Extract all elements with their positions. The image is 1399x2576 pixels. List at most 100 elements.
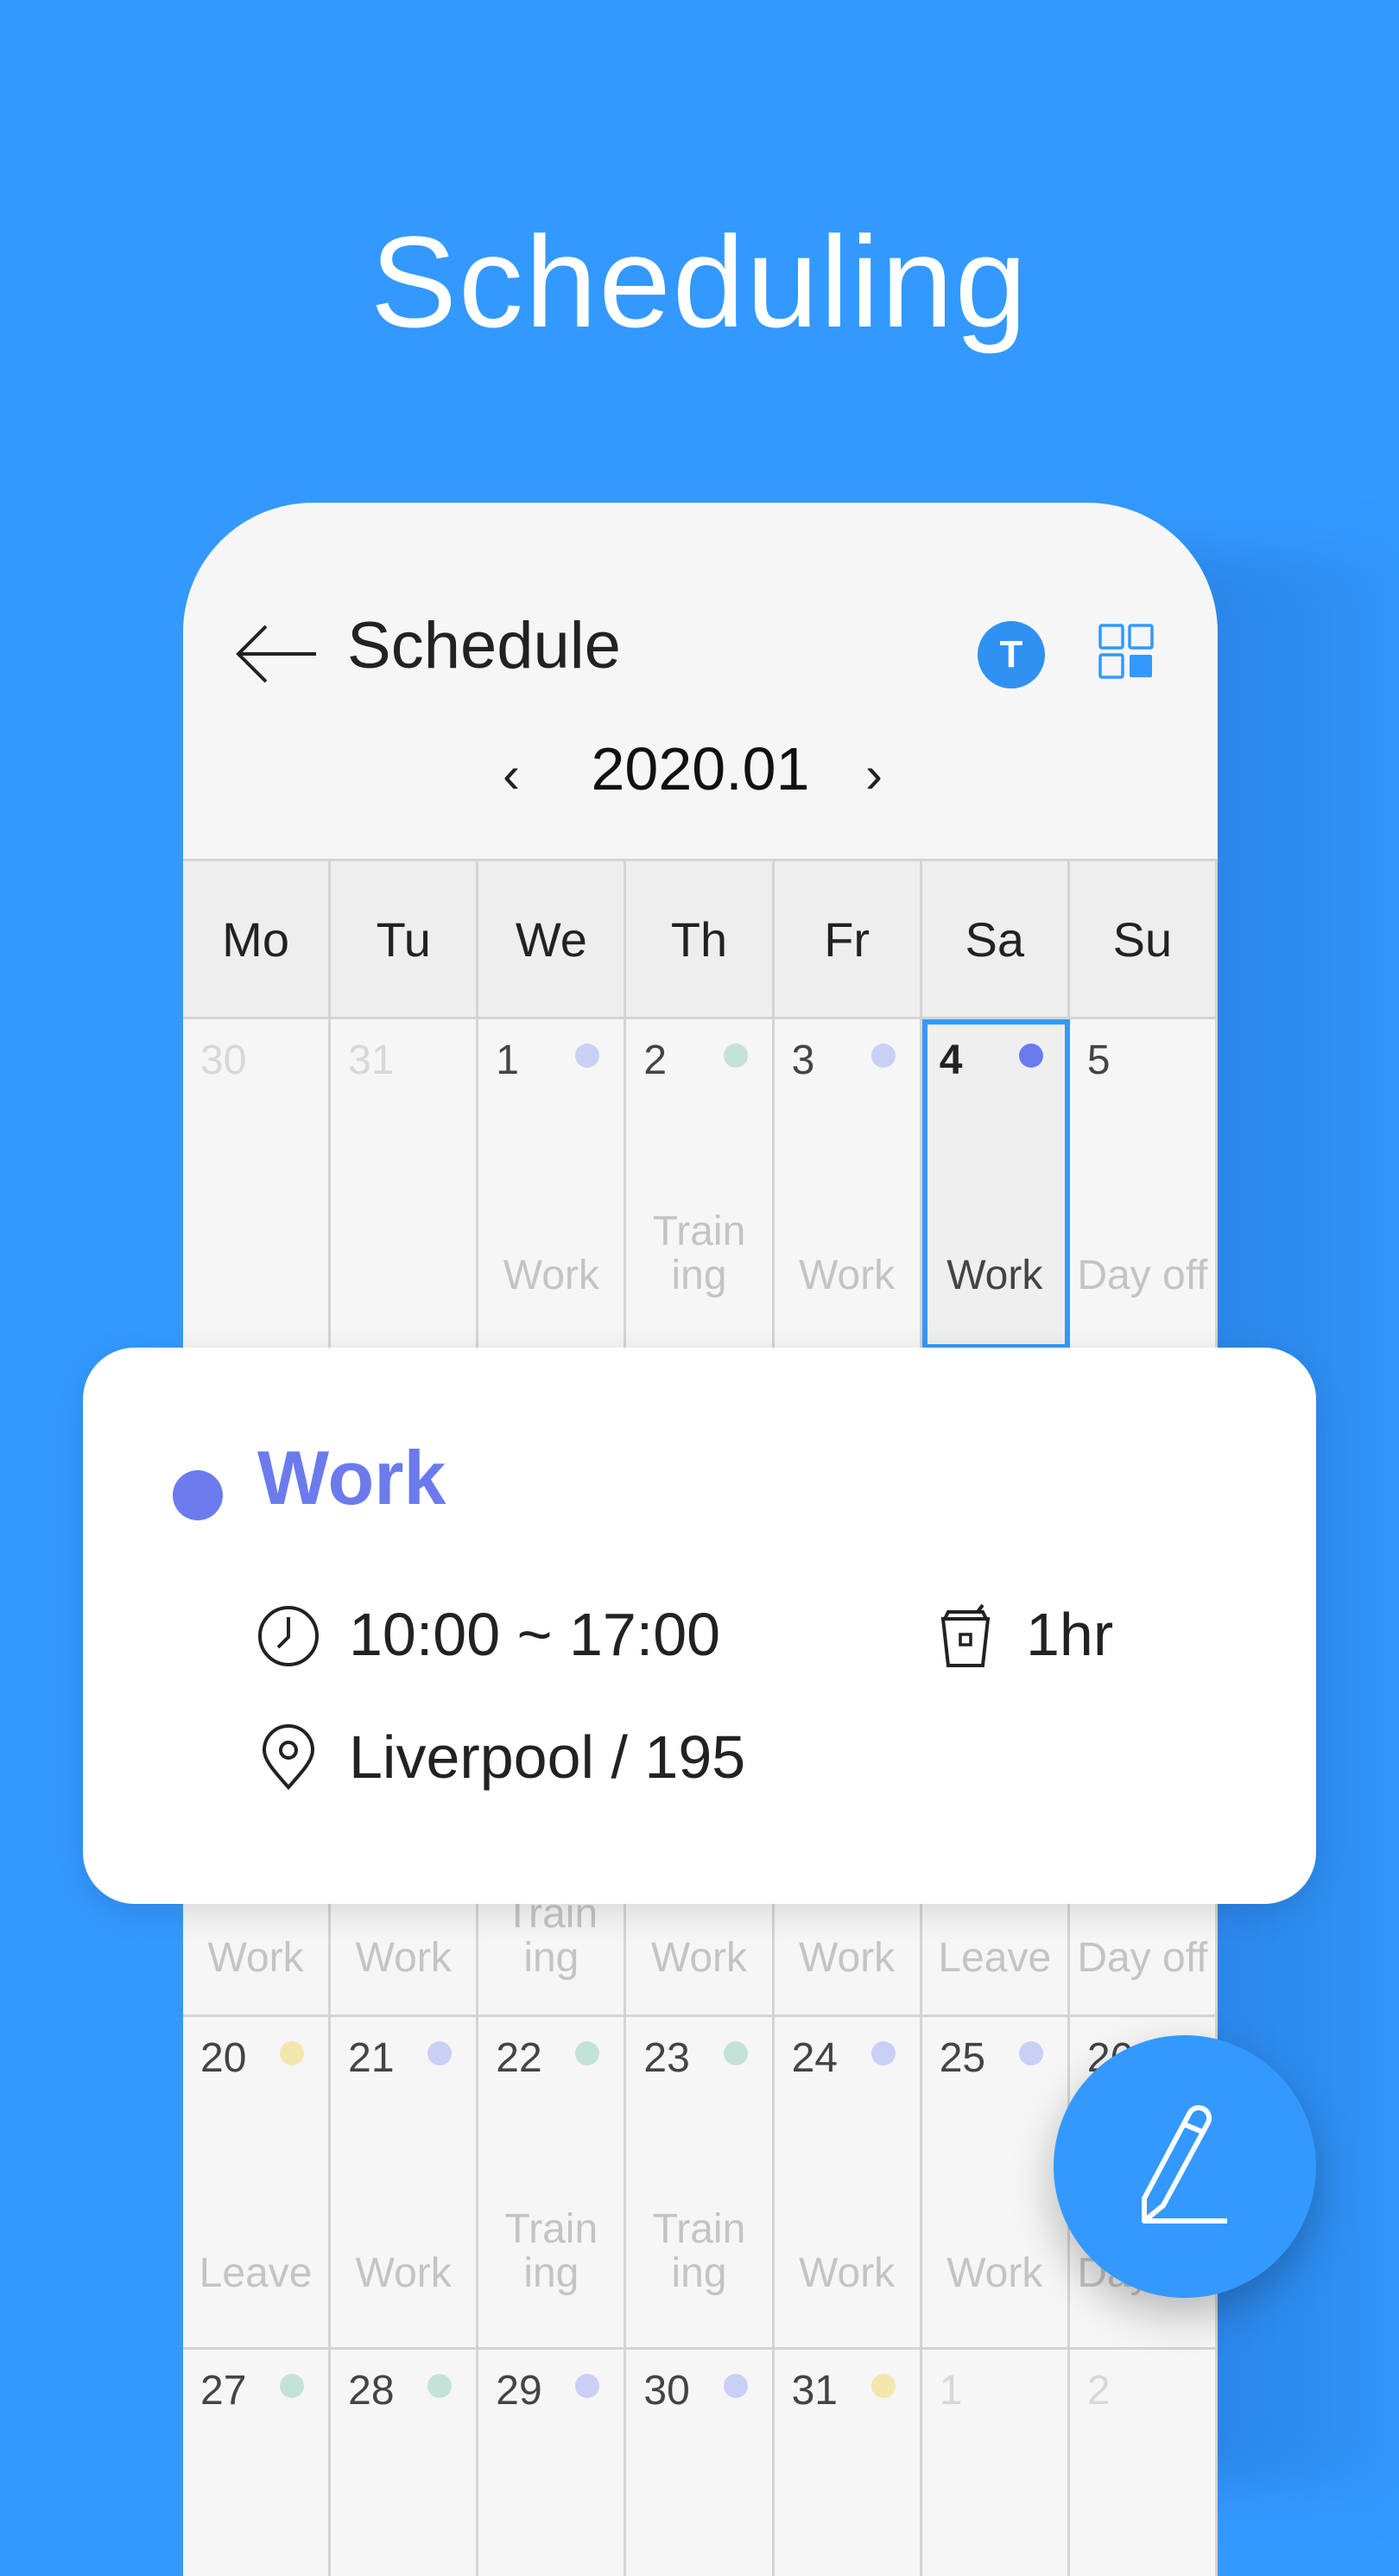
shift-label: Day off	[1077, 1252, 1208, 1298]
avatar[interactable]: T	[978, 621, 1045, 688]
shift-label: Work	[355, 2249, 452, 2296]
shift-label: Work	[650, 1934, 748, 1981]
shift-dot	[280, 2374, 305, 2398]
day-cell[interactable]: 27	[183, 2350, 332, 2576]
shift-detail-card[interactable]: Work 10:00 ~ 17:00 1hr Liverpool / 195	[83, 1348, 1316, 1904]
day-number: 25	[939, 2035, 986, 2081]
shift-dot	[870, 2041, 896, 2065]
day-number: 20	[200, 2035, 247, 2081]
day-number: 1	[939, 2368, 963, 2414]
shift-dot	[723, 2374, 748, 2398]
day-cell[interactable]: 31	[331, 1019, 479, 1349]
day-cell[interactable]: 25 Work	[922, 2017, 1070, 2347]
clock-icon	[258, 1606, 319, 1666]
weekday-fr: Fr	[775, 861, 922, 1017]
week-row: 30 31 1 Work 2 Train ing 3 Work 4 Work 5 Day off	[183, 1019, 1218, 1352]
shift-label: Train ing	[652, 1209, 746, 1298]
shift-dot	[575, 2374, 600, 2398]
day-cell[interactable]: 2	[1070, 2350, 1218, 2576]
day-number: 28	[348, 2368, 395, 2414]
day-cell[interactable]: 30	[183, 1019, 332, 1349]
weekday-we: We	[478, 861, 627, 1017]
weekday-th: Th	[626, 861, 775, 1017]
day-cell[interactable]: 22 Train ing	[478, 2017, 627, 2347]
day-number: 1	[496, 1037, 519, 1083]
grid-view-icon[interactable]	[1098, 624, 1154, 679]
shift-label: Work	[355, 1934, 452, 1981]
day-cell[interactable]: 23 Train ing	[626, 2017, 775, 2347]
shift-dot	[427, 2374, 453, 2398]
break-cup-icon	[940, 1603, 991, 1667]
day-number: 4	[939, 1037, 963, 1083]
week-row: 27 28 29 30 31 1 2	[183, 2350, 1218, 2576]
shift-label: Work	[503, 1252, 599, 1298]
shift-label: Work	[799, 1252, 896, 1298]
shift-dot	[280, 2041, 305, 2065]
day-cell[interactable]: 5 Day off	[1070, 1019, 1218, 1349]
shift-location: Liverpool / 195	[349, 1723, 746, 1791]
shift-dot	[1018, 1044, 1043, 1068]
shift-label: Work	[799, 2249, 896, 2296]
shift-label: Work	[799, 1934, 896, 1981]
shift-color-dot	[173, 1470, 223, 1520]
day-number: 30	[200, 1037, 247, 1083]
weekday-header: Mo Tu We Th Fr Sa Su	[183, 859, 1218, 1019]
weekday-mo: Mo	[183, 861, 332, 1017]
shift-time: 10:00 ~ 17:00	[349, 1601, 721, 1668]
shift-label: Day off	[1077, 1934, 1208, 1981]
day-number: 2	[1086, 2368, 1111, 2414]
day-number: 3	[791, 1037, 815, 1083]
day-number: 21	[348, 2035, 395, 2081]
page-title: Schedule	[347, 609, 621, 682]
shift-title: Work	[257, 1435, 446, 1520]
shift-label: Train ing	[504, 1891, 598, 1981]
month-label: 2020.01	[591, 735, 810, 803]
day-number: 5	[1086, 1037, 1111, 1083]
day-number: 24	[791, 2035, 838, 2081]
headline: Scheduling	[370, 209, 1029, 354]
shift-label: Train ing	[652, 2206, 746, 2296]
shift-dot	[575, 2041, 600, 2065]
day-number: 31	[791, 2368, 838, 2414]
day-cell[interactable]: 20 Leave	[183, 2017, 332, 2347]
day-number: 27	[200, 2368, 247, 2414]
edit-schedule-button[interactable]	[1054, 2035, 1316, 2298]
shift-label: Work	[207, 1934, 304, 1981]
weekday-su: Su	[1070, 861, 1218, 1017]
day-number: 29	[496, 2368, 542, 2414]
day-cell[interactable]: 2 Train ing	[626, 1019, 775, 1349]
day-cell[interactable]: 30	[626, 2350, 775, 2576]
day-number: 30	[643, 2368, 690, 2414]
break-duration: 1hr	[1026, 1601, 1114, 1668]
shift-dot	[723, 2041, 748, 2065]
shift-dot	[870, 2374, 896, 2398]
pencil-icon	[1142, 2104, 1227, 2224]
location-pin-icon	[262, 1724, 315, 1790]
day-cell[interactable]: 3 Work	[775, 1019, 922, 1349]
day-cell[interactable]: 28	[331, 2350, 479, 2576]
shift-label: Work	[946, 1252, 1043, 1298]
next-month-button[interactable]: ›	[865, 745, 883, 804]
day-cell[interactable]: 24 Work	[775, 2017, 922, 2347]
shift-label: Work	[946, 2249, 1043, 2296]
day-cell[interactable]: 1	[922, 2350, 1070, 2576]
shift-dot	[723, 1044, 748, 1068]
shift-dot	[427, 2041, 453, 2065]
weekday-sa: Sa	[922, 861, 1070, 1017]
day-number: 31	[348, 1037, 395, 1083]
weekday-tu: Tu	[331, 861, 479, 1017]
back-arrow-icon[interactable]	[235, 624, 318, 684]
shift-dot	[1018, 2041, 1043, 2065]
day-number: 22	[496, 2035, 542, 2081]
shift-dot	[575, 1044, 600, 1068]
day-cell[interactable]: 21 Work	[331, 2017, 479, 2347]
shift-label: Leave	[938, 1934, 1052, 1981]
day-number: 2	[643, 1037, 668, 1083]
day-cell[interactable]: 4 Work	[921, 1019, 1070, 1349]
day-cell[interactable]: 31	[775, 2350, 922, 2576]
shift-dot	[870, 1044, 896, 1068]
shift-label: Leave	[199, 2249, 313, 2296]
day-cell[interactable]: 29	[478, 2350, 627, 2576]
day-cell[interactable]: 1 Work	[478, 1019, 627, 1349]
shift-label: Train ing	[504, 2206, 598, 2296]
